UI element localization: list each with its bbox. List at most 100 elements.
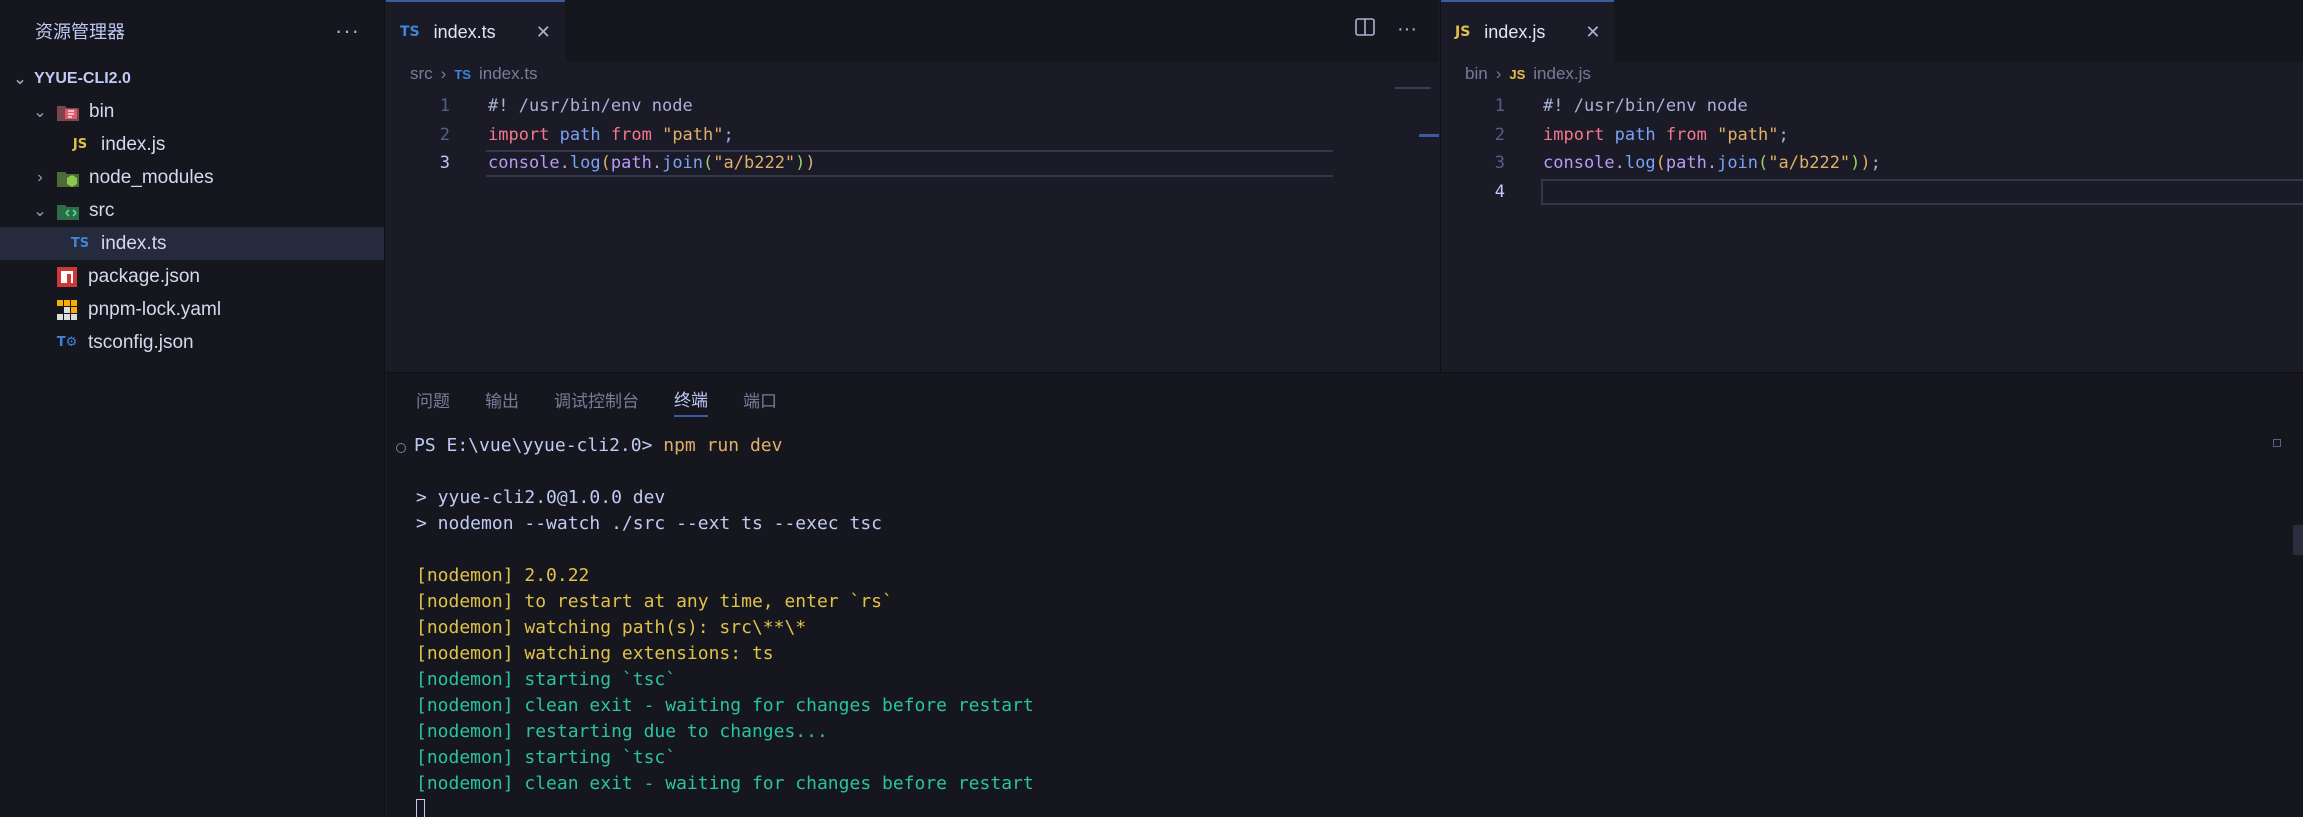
breadcrumb-folder[interactable]: bin	[1465, 64, 1488, 84]
editor-group-right: JS index.js ✕ bin › JS index.js 1 #! /us…	[1440, 0, 2303, 372]
terminal-line: [nodemon] starting `tsc`	[416, 746, 677, 768]
tab-ports[interactable]: 端口	[743, 387, 777, 416]
tab-label: index.js	[1484, 21, 1546, 42]
javascript-file-icon: JS	[1455, 24, 1471, 40]
code-text: import path from "path";	[488, 124, 734, 145]
tab-index-ts[interactable]: TS index.ts ✕	[386, 0, 565, 62]
tree-item-label: bin	[89, 100, 115, 122]
javascript-file-icon: JS	[1509, 66, 1526, 82]
terminal-line: [nodemon] watching extensions: ts	[416, 642, 774, 664]
tab-problems[interactable]: 问题	[416, 387, 450, 416]
close-icon[interactable]: ✕	[536, 22, 551, 43]
typescript-file-icon: TS	[400, 24, 420, 40]
tree-item-bin[interactable]: ⌄ bin	[0, 95, 384, 128]
chevron-right-icon: ›	[1495, 64, 1502, 83]
code-text: #! /usr/bin/env node	[488, 96, 693, 117]
code-area[interactable]: 1 #! /usr/bin/env node 2 import path fro…	[386, 92, 1439, 178]
folder-src-icon	[56, 200, 80, 222]
explorer-sidebar: 资源管理器 ··· ⌄ YYUE-CLI2.0 ⌄ bin JS index.j…	[0, 0, 385, 817]
terminal[interactable]: PS E:\vue\yyue-cli2.0> npm run dev > yyu…	[386, 435, 2303, 817]
line-number: 1	[1494, 96, 1505, 117]
tree-root-folder[interactable]: ⌄ YYUE-CLI2.0	[0, 62, 384, 95]
terminal-line: [nodemon] to restart at any time, enter …	[416, 590, 893, 612]
terminal-line: > yyue-cli2.0@1.0.0 dev	[416, 486, 666, 508]
command-status-icon[interactable]	[396, 443, 406, 453]
terminal-prompt: PS E:\vue\yyue-cli2.0>	[414, 434, 664, 456]
editor-tabbar-left: TS index.ts ✕ ···	[386, 0, 1439, 62]
breadcrumb-file[interactable]: index.js	[1533, 64, 1591, 84]
line-number: 2	[439, 124, 450, 145]
code-line: 1 #! /usr/bin/env node	[386, 92, 1439, 121]
chevron-down-icon: ⌄	[33, 202, 47, 220]
line-number: 4	[1494, 181, 1505, 202]
tab-output[interactable]: 输出	[485, 387, 519, 416]
explorer-title: 资源管理器	[35, 22, 125, 42]
terminal-line: [nodemon] 2.0.22	[416, 564, 590, 586]
breadcrumb: bin › JS index.js	[1441, 62, 2303, 86]
code-text: console.log(path.join("a/b222"));	[1543, 153, 1881, 174]
code-line: 2 import path from "path";	[386, 121, 1439, 150]
terminal-line: [nodemon] restarting due to changes...	[416, 720, 828, 742]
editor-actions: ···	[1355, 18, 1417, 42]
typescript-file-icon: TS	[454, 66, 471, 82]
breadcrumb: src › TS index.ts	[386, 62, 1439, 86]
tree-item-tsconfig[interactable]: T⚙ tsconfig.json	[0, 326, 384, 359]
terminal-line: > nodemon --watch ./src --ext ts --exec …	[416, 512, 882, 534]
tree-item-label: index.ts	[101, 232, 167, 254]
split-editor-icon[interactable]	[1355, 18, 1375, 42]
line-number: 1	[439, 96, 450, 117]
panel-tabs: 问题 输出 调试控制台 终端 端口	[386, 373, 2303, 429]
tab-index-js[interactable]: JS index.js ✕	[1441, 0, 1615, 62]
folder-node-modules-icon	[56, 167, 80, 189]
typescript-file-icon: TS	[70, 236, 90, 251]
terminal-scrollbar[interactable]	[2293, 525, 2303, 555]
minimap[interactable]	[1395, 87, 1431, 95]
breadcrumb-folder[interactable]: src	[410, 64, 433, 84]
tree-item-label: node_modules	[89, 166, 214, 188]
terminal-line: PS E:\vue\yyue-cli2.0> npm run dev	[414, 432, 782, 458]
code-line: 1 #! /usr/bin/env node	[1441, 92, 2303, 121]
javascript-file-icon: JS	[72, 137, 88, 152]
more-actions-icon[interactable]: ···	[1397, 18, 1417, 42]
breadcrumb-file[interactable]: index.ts	[479, 64, 538, 84]
folder-bin-icon	[56, 101, 80, 123]
explorer-header: 资源管理器 ···	[0, 0, 384, 62]
code-line: 3 console.log(path.join("a/b222"));	[1441, 149, 2303, 178]
tree-item-index-ts[interactable]: TS index.ts	[0, 227, 384, 260]
code-text: #! /usr/bin/env node	[1543, 96, 1748, 117]
code-text: import path from "path";	[1543, 124, 1789, 145]
more-icon[interactable]: ···	[335, 18, 360, 44]
terminal-line: [nodemon] starting `tsc`	[416, 668, 677, 690]
chevron-right-icon: ›	[440, 64, 447, 83]
terminal-line: [nodemon] clean exit - waiting for chang…	[416, 772, 1034, 794]
code-line-current: 4	[1441, 178, 2303, 207]
code-area[interactable]: 1 #! /usr/bin/env node 2 import path fro…	[1441, 92, 2303, 206]
close-icon[interactable]: ✕	[1585, 22, 1600, 43]
tree-item-node-modules[interactable]: › node_modules	[0, 161, 384, 194]
tree-item-label: package.json	[88, 265, 200, 287]
tree-item-package-json[interactable]: package.json	[0, 260, 384, 293]
code-text: console.log(path.join("a/b222"))	[488, 153, 816, 174]
tree-item-src[interactable]: ⌄ src	[0, 194, 384, 227]
tree-item-pnpm-lock[interactable]: pnpm-lock.yaml	[0, 293, 384, 326]
overview-ruler-mark	[1419, 134, 1439, 137]
tree-item-index-js[interactable]: JS index.js	[0, 128, 384, 161]
npm-icon	[55, 266, 79, 288]
tab-terminal[interactable]: 终端	[674, 386, 708, 417]
tab-debug-console[interactable]: 调试控制台	[554, 387, 639, 416]
tree-root-label: YYUE-CLI2.0	[34, 69, 131, 87]
tree-item-label: src	[89, 199, 115, 221]
terminal-cursor	[416, 799, 425, 817]
code-line: 2 import path from "path";	[1441, 121, 2303, 150]
line-number: 2	[1494, 124, 1505, 145]
line-number: 3	[1494, 153, 1505, 174]
terminal-cursor-line	[416, 796, 425, 817]
chevron-down-icon: ⌄	[13, 70, 27, 88]
chevron-down-icon: ⌄	[33, 103, 47, 121]
chevron-right-icon: ›	[37, 168, 43, 186]
terminal-command: npm run dev	[663, 434, 783, 456]
tree-item-label: pnpm-lock.yaml	[88, 298, 222, 320]
tree-item-label: tsconfig.json	[88, 331, 194, 353]
bottom-panel: 问题 输出 调试控制台 终端 端口 PS E:\vue\yyue-cli2.0>…	[386, 372, 2303, 817]
editor-group-left: TS index.ts ✕ ··· src › TS index.ts 1 #!…	[386, 0, 1439, 372]
